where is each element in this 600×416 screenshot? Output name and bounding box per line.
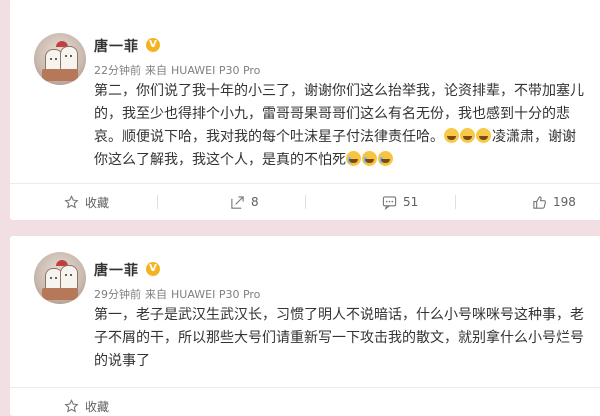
share-button[interactable]: 8 bbox=[230, 184, 259, 220]
post-text-line-wrap: 哀。顺便说下哈，我对我的每个吐沫星子付法律责任哈。 凌潇肃，谢谢 bbox=[94, 126, 600, 149]
like-count: 198 bbox=[553, 195, 576, 209]
post-text-line: 你这么了解我，我这个人，是真的不怕死 bbox=[94, 152, 346, 168]
verified-badge-icon: V bbox=[146, 38, 160, 52]
post-source: HUAWEI P30 Pro bbox=[171, 64, 261, 77]
username[interactable]: 唐一菲 bbox=[94, 36, 139, 56]
source-prefix: 来自 bbox=[145, 288, 167, 301]
tears-of-joy-emoji-icon bbox=[346, 151, 361, 166]
thumbs-up-icon bbox=[533, 195, 547, 209]
share-icon bbox=[231, 195, 244, 209]
post-actions-bar: 收藏 bbox=[10, 388, 600, 416]
post-source: HUAWEI P30 Pro bbox=[171, 288, 261, 301]
like-button[interactable]: 198 bbox=[532, 184, 576, 220]
favorite-label: 收藏 bbox=[85, 399, 110, 414]
comment-count: 51 bbox=[403, 195, 419, 209]
post-text-line: 的，我至少也得排个小九，雷哥哥果哥哥们这么有名无份，我也感到十分的悲 bbox=[94, 106, 570, 122]
post-text: 第二，你们说了我十年的小三了，谢谢你们这么抬举我，论资排辈，不带加塞儿 的，我至… bbox=[94, 80, 600, 172]
post-time[interactable]: 22分钟前 bbox=[94, 64, 141, 77]
post-text-line: 子不屑的干，所以那些大号们请重新写一下攻击我的散文，就别拿什么小号烂号 bbox=[94, 330, 584, 346]
laughing-emoji-icon bbox=[476, 128, 491, 143]
post-meta: 29分钟前 来自 HUAWEI P30 Pro bbox=[94, 286, 264, 302]
post-text-line: 凌潇肃，谢谢 bbox=[492, 129, 576, 145]
comment-button[interactable]: 51 bbox=[382, 184, 418, 220]
laughing-emoji-icon bbox=[444, 128, 459, 143]
tears-of-joy-emoji-icon bbox=[362, 151, 377, 166]
star-outline-icon bbox=[64, 398, 79, 412]
tears-of-joy-emoji-icon bbox=[378, 151, 393, 166]
post-text-line: 第二，你们说了我十年的小三了，谢谢你们这么抬举我，论资排辈，不带加塞儿 bbox=[94, 83, 584, 99]
weibo-post-card: 唐一菲 V 29分钟前 来自 HUAWEI P30 Pro 第一，老子是武汉生武汉长… bbox=[10, 236, 600, 416]
post-time[interactable]: 29分钟前 bbox=[94, 288, 141, 301]
favorite-label: 收藏 bbox=[85, 195, 110, 210]
post-text-line: 的说事了 bbox=[94, 353, 150, 369]
star-outline-icon bbox=[64, 194, 79, 208]
laughing-emoji-icon bbox=[460, 128, 475, 143]
username[interactable]: 唐一菲 bbox=[94, 260, 139, 280]
favorite-button[interactable]: 收藏 bbox=[64, 388, 109, 416]
post-meta: 22分钟前 来自 HUAWEI P30 Pro bbox=[94, 62, 264, 78]
favorite-button[interactable]: 收藏 bbox=[64, 184, 109, 220]
user-avatar[interactable] bbox=[34, 33, 86, 85]
comment-icon bbox=[382, 195, 397, 210]
verified-badge-icon: V bbox=[146, 262, 160, 276]
post-actions-bar: 收藏 8 51 198 bbox=[10, 184, 600, 220]
post-text-line: 哀。顺便说下哈，我对我的每个吐沫星子付法律责任哈。 bbox=[94, 129, 444, 145]
source-prefix: 来自 bbox=[145, 64, 167, 77]
post-text-line: 第一，老子是武汉生武汉长，习惯了明人不说暗话，什么小号咪咪号这种事，老 bbox=[94, 307, 584, 323]
share-count: 8 bbox=[251, 195, 259, 209]
weibo-post-card: 唐一菲 V 22分钟前 来自 HUAWEI P30 Pro 第二，你们说了我十年的小… bbox=[10, 0, 600, 220]
user-avatar[interactable] bbox=[34, 252, 86, 304]
post-text: 第一，老子是武汉生武汉长，习惯了明人不说暗话，什么小号咪咪号这种事，老 子不屑的… bbox=[94, 304, 600, 373]
post-text-line-wrap: 你这么了解我，我这个人，是真的不怕死 bbox=[94, 149, 600, 172]
